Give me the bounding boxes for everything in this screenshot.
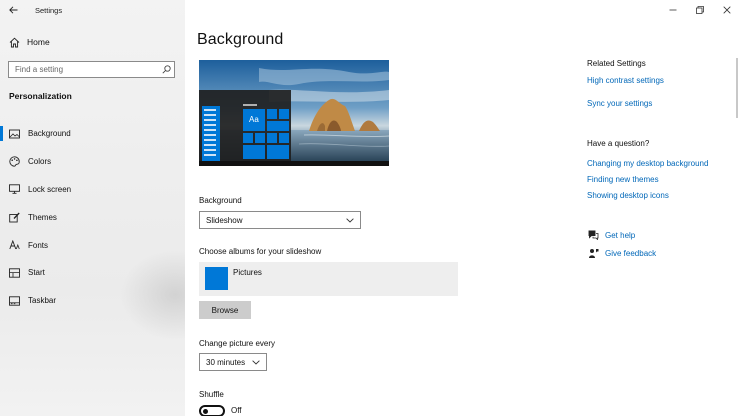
sidebar-item-label: Colors <box>28 157 52 167</box>
sidebar-item-label: Background <box>28 129 71 139</box>
background-label: Background <box>199 196 242 205</box>
restore-icon <box>695 6 704 14</box>
home-link[interactable]: Home <box>9 35 50 49</box>
background-preview: Aa <box>199 60 389 166</box>
interval-dropdown-value: 30 minutes <box>206 357 246 367</box>
monitor-icon <box>9 184 20 195</box>
help-chat-icon <box>587 229 599 241</box>
sidebar-item-label: Taskbar <box>28 296 57 306</box>
chevron-down-icon <box>252 359 260 365</box>
sidebar-item-label: Start <box>28 268 45 278</box>
changing-background-link[interactable]: Changing my desktop background <box>587 159 708 168</box>
picture-icon <box>9 128 20 139</box>
get-help-row[interactable]: Get help <box>587 229 635 241</box>
finding-themes-link[interactable]: Finding new themes <box>587 175 659 184</box>
browse-button[interactable]: Browse <box>199 301 251 319</box>
sidebar-item-themes[interactable]: Themes <box>0 203 185 231</box>
sidebar-item-lock-screen[interactable]: Lock screen <box>0 176 185 204</box>
taskbar-icon <box>9 295 20 306</box>
interval-label: Change picture every <box>199 339 276 348</box>
back-arrow-icon <box>8 6 17 14</box>
feedback-person-icon <box>587 247 599 259</box>
start-icon <box>9 267 20 278</box>
album-name: Pictures <box>233 268 262 277</box>
shuffle-state: Off <box>231 406 242 415</box>
window-controls <box>659 0 740 20</box>
question-heading: Have a question? <box>587 139 650 148</box>
app-title: Settings <box>35 5 63 15</box>
home-label: Home <box>27 37 50 47</box>
sidebar-item-label: Lock screen <box>28 184 72 194</box>
sidebar: Settings Home Personalization Background… <box>0 0 185 416</box>
shuffle-toggle[interactable] <box>199 405 225 416</box>
search-input[interactable] <box>9 62 158 77</box>
sidebar-nav: Background Colors Lock screen Themes Fon… <box>0 120 185 315</box>
close-button[interactable] <box>713 0 740 20</box>
background-dropdown[interactable]: Slideshow <box>199 211 361 229</box>
sidebar-item-label: Fonts <box>28 240 49 250</box>
preview-tile-text: Aa <box>249 115 259 124</box>
back-button[interactable] <box>0 0 26 20</box>
sidebar-item-fonts[interactable]: Fonts <box>0 231 185 259</box>
palette-icon <box>9 156 20 167</box>
chevron-down-icon <box>346 217 354 223</box>
sidebar-item-taskbar[interactable]: Taskbar <box>0 287 185 315</box>
shuffle-label: Shuffle <box>199 390 224 399</box>
desktop-icons-link[interactable]: Showing desktop icons <box>587 191 669 200</box>
interval-dropdown[interactable]: 30 minutes <box>199 353 267 371</box>
album-thumbnail <box>205 267 228 290</box>
vertical-scrollbar[interactable] <box>736 58 738 118</box>
brush-icon <box>9 212 20 223</box>
minimize-button[interactable] <box>659 0 686 20</box>
sync-settings-link[interactable]: Sync your settings <box>587 99 652 108</box>
get-help-link[interactable]: Get help <box>605 231 635 240</box>
sidebar-item-background[interactable]: Background <box>0 120 185 148</box>
search-box <box>8 61 175 78</box>
album-item-pictures[interactable]: Pictures <box>199 262 458 296</box>
sidebar-item-colors[interactable]: Colors <box>0 148 185 176</box>
section-title: Personalization <box>9 91 72 101</box>
main-content: Background Aa Background Slideshow Choos… <box>185 0 740 416</box>
minimize-icon <box>669 9 676 11</box>
give-feedback-link[interactable]: Give feedback <box>605 249 656 258</box>
preview-wallpaper-image <box>199 60 389 166</box>
high-contrast-link[interactable]: High contrast settings <box>587 76 664 85</box>
related-settings-heading: Related Settings <box>587 59 646 68</box>
close-icon <box>722 6 731 14</box>
search-button[interactable] <box>158 62 174 77</box>
give-feedback-row[interactable]: Give feedback <box>587 247 656 259</box>
home-icon <box>9 37 20 47</box>
title-bar: Settings <box>0 0 62 20</box>
font-icon <box>9 240 20 251</box>
sidebar-item-start[interactable]: Start <box>0 259 185 287</box>
restore-button[interactable] <box>686 0 713 20</box>
background-dropdown-value: Slideshow <box>206 215 243 225</box>
albums-label: Choose albums for your slideshow <box>199 247 322 256</box>
page-title: Background <box>197 31 284 48</box>
search-icon <box>161 65 171 74</box>
sidebar-item-label: Themes <box>28 212 57 222</box>
